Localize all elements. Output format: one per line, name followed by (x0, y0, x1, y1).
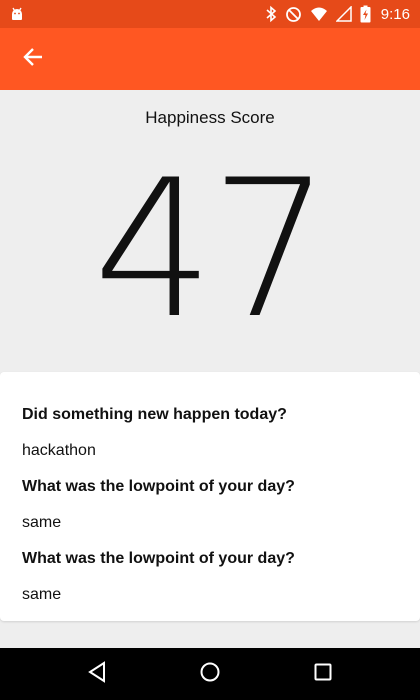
status-clock: 9:16 (380, 5, 410, 23)
nav-back-button[interactable] (77, 654, 117, 694)
arrow-back-icon (22, 46, 44, 73)
list-item: What was the lowpoint of your day? same (22, 548, 398, 606)
answer-text: same (22, 586, 62, 603)
answer-text: hackathon (22, 442, 96, 459)
bluetooth-icon (265, 5, 277, 23)
nav-recents-button[interactable] (303, 654, 343, 694)
wifi-icon (310, 6, 328, 22)
question-text: What was the lowpoint of your day? (22, 478, 295, 495)
android-debug-icon (8, 5, 26, 23)
home-circle-icon (199, 661, 221, 688)
status-left (8, 5, 26, 23)
system-nav-bar (0, 648, 420, 700)
signal-icon (335, 6, 352, 22)
score-value: 47 (93, 139, 331, 360)
status-bar: 9:16 (0, 0, 420, 28)
do-not-disturb-icon (285, 6, 302, 23)
list-item: What was the lowpoint of your day? same (22, 476, 398, 534)
app-bar (0, 28, 420, 90)
entries-card: Did something new happen today? hackatho… (0, 372, 420, 621)
status-right: 9:16 (265, 5, 410, 23)
back-button[interactable] (16, 42, 50, 76)
back-triangle-icon (87, 660, 107, 688)
recents-square-icon (313, 662, 333, 687)
answer-text: same (22, 514, 62, 531)
question-text: What was the lowpoint of your day? (22, 550, 295, 567)
battery-charging-icon (360, 5, 371, 23)
list-item: Did something new happen today? hackatho… (22, 404, 398, 462)
score-label: Happiness Score (145, 108, 275, 127)
nav-home-button[interactable] (190, 654, 230, 694)
question-text: Did something new happen today? (22, 406, 287, 423)
